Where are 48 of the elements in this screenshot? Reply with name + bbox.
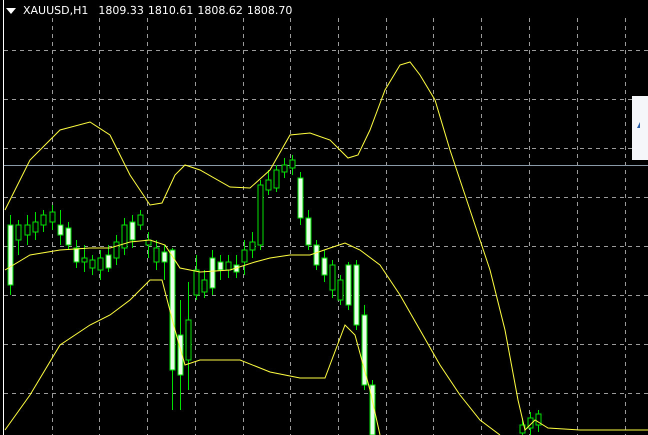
candlestick	[98, 250, 104, 280]
candlestick	[282, 158, 288, 178]
candlestick	[298, 172, 304, 226]
candlestick	[202, 270, 208, 298]
candlestick	[146, 232, 152, 258]
dropdown-icon[interactable]	[6, 8, 16, 14]
candlestick	[58, 210, 64, 246]
candlestick	[266, 170, 272, 196]
candlestick	[338, 274, 344, 306]
candlestick	[274, 164, 280, 192]
candlestick	[66, 222, 72, 250]
candlestick	[24, 214, 30, 246]
candlestick	[242, 240, 248, 276]
candlestick	[226, 254, 232, 278]
candlestick	[50, 204, 56, 230]
candlestick	[154, 240, 160, 270]
candlestick	[258, 180, 264, 250]
candlestick	[74, 240, 80, 268]
candlestick	[40, 210, 46, 232]
candlestick	[122, 218, 128, 256]
candlestick	[536, 410, 542, 432]
candlestick	[330, 260, 336, 298]
candlestick	[234, 254, 240, 278]
candlestick	[218, 254, 224, 280]
candlestick	[16, 220, 22, 256]
symbol-title: XAUUSD,H1	[23, 4, 88, 17]
candlestick	[130, 214, 136, 248]
candlestick	[354, 260, 360, 330]
candlestick	[194, 254, 200, 300]
candlestick	[322, 250, 328, 282]
candlestick	[306, 210, 312, 250]
price-quote: 1808.70	[246, 4, 292, 17]
candlestick	[114, 234, 120, 266]
candlestick	[32, 212, 38, 240]
candlestick	[162, 244, 168, 280]
candlestick	[138, 210, 144, 230]
candlestick	[106, 244, 112, 272]
price-quote: 1809.33	[98, 4, 144, 17]
candlestick	[210, 250, 216, 296]
candlestick	[314, 240, 320, 270]
candlestick	[250, 232, 256, 258]
candlestick	[90, 254, 96, 276]
price-quote: 1810.61	[148, 4, 194, 17]
candlestick	[290, 154, 296, 176]
price-quote: 1808.62	[197, 4, 243, 17]
candlestick	[82, 244, 88, 272]
candlestick	[346, 262, 352, 310]
candlestick	[370, 380, 376, 435]
